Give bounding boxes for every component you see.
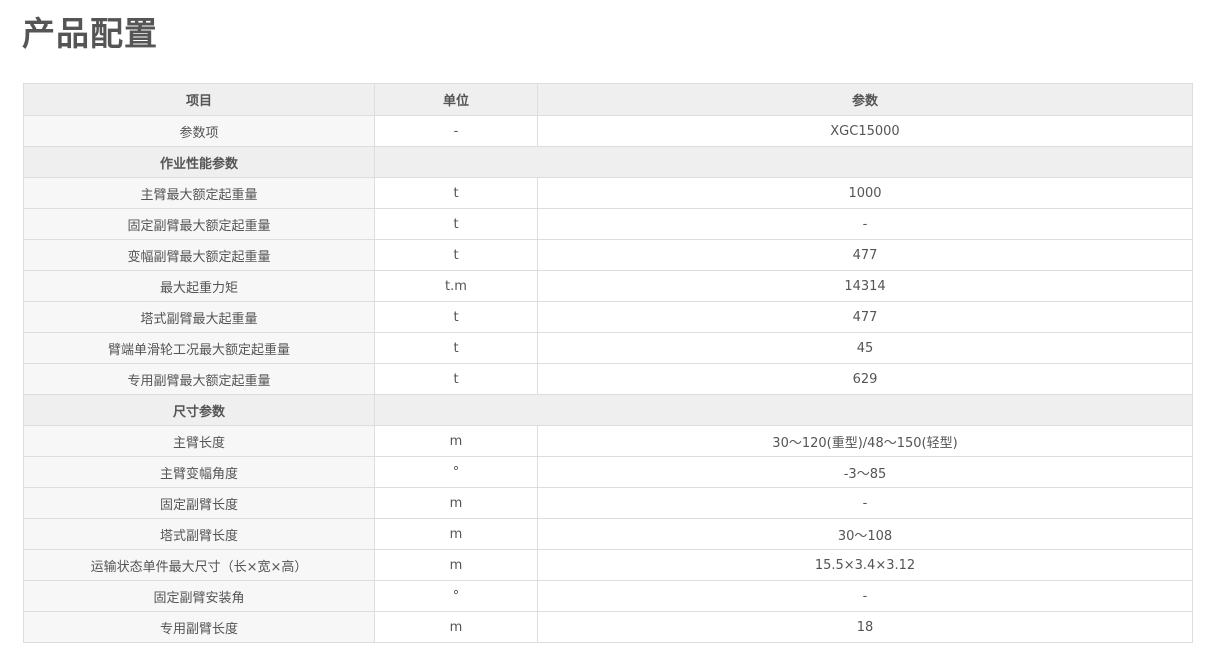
row-value: 18 (537, 611, 1193, 643)
row-value: - (537, 208, 1193, 240)
row-unit: t (374, 177, 538, 209)
row-item: 主臂长度 (23, 425, 375, 457)
row-unit: t (374, 363, 538, 395)
table-row: 塔式副臂最大起重量 t 477 (23, 301, 1193, 333)
table-row: 固定副臂最大额定起重量 t - (23, 208, 1193, 240)
header-value: 参数 (537, 83, 1193, 116)
row-unit: m (374, 518, 538, 550)
header-unit: 单位 (374, 83, 538, 116)
table-row: 主臂最大额定起重量 t 1000 (23, 177, 1193, 209)
row-unit: t (374, 239, 538, 271)
row-item: 塔式副臂长度 (23, 518, 375, 550)
row-value: 629 (537, 363, 1193, 395)
page-title: 产品配置 (22, 14, 158, 53)
row-item: 固定副臂安装角 (23, 580, 375, 612)
table-body: 参数项 - XGC15000 作业性能参数 主臂最大额定起重量 t 1000 固定副臂最大额定… (23, 115, 1193, 643)
row-value: 30～120(重型)/48～150(轻型) (537, 425, 1193, 457)
row-value: - (537, 580, 1193, 612)
row-unit: ° (374, 580, 538, 612)
row-item: 变幅副臂最大额定起重量 (23, 239, 375, 271)
table-row: 专用副臂最大额定起重量 t 629 (23, 363, 1193, 395)
row-unit: ° (374, 456, 538, 488)
row-unit: t (374, 332, 538, 364)
table-section-row: 尺寸参数 (23, 394, 1193, 426)
header-item: 项目 (23, 83, 375, 116)
table-row: 主臂变幅角度 ° -3～85 (23, 456, 1193, 488)
section-label: 尺寸参数 (23, 394, 375, 426)
row-item: 参数项 (23, 115, 375, 147)
row-item: 臂端单滑轮工况最大额定起重量 (23, 332, 375, 364)
table-row: 运输状态单件最大尺寸（长×宽×高） m 15.5×3.4×3.12 (23, 549, 1193, 581)
row-value: XGC15000 (537, 115, 1193, 147)
config-table: 项目 单位 参数 参数项 - XGC15000 作业性能参数 主臂最大额定起重量 t 100… (23, 83, 1193, 643)
row-value: 477 (537, 301, 1193, 333)
row-item: 主臂变幅角度 (23, 456, 375, 488)
table-row: 主臂长度 m 30～120(重型)/48～150(轻型) (23, 425, 1193, 457)
row-unit: t.m (374, 270, 538, 302)
row-unit: m (374, 425, 538, 457)
section-label: 作业性能参数 (23, 146, 375, 178)
row-value: 45 (537, 332, 1193, 364)
row-item: 最大起重力矩 (23, 270, 375, 302)
row-item: 固定副臂长度 (23, 487, 375, 519)
table-row: 最大起重力矩 t.m 14314 (23, 270, 1193, 302)
row-item: 塔式副臂最大起重量 (23, 301, 375, 333)
row-item: 专用副臂最大额定起重量 (23, 363, 375, 395)
table-section-row: 作业性能参数 (23, 146, 1193, 178)
table-row: 塔式副臂长度 m 30～108 (23, 518, 1193, 550)
row-item: 专用副臂长度 (23, 611, 375, 643)
row-unit: m (374, 487, 538, 519)
row-value: -3～85 (537, 456, 1193, 488)
section-blank (374, 394, 1193, 426)
row-value: 14314 (537, 270, 1193, 302)
row-value: 477 (537, 239, 1193, 271)
row-unit: - (374, 115, 538, 147)
row-value: 30～108 (537, 518, 1193, 550)
section-blank (374, 146, 1193, 178)
table-row: 臂端单滑轮工况最大额定起重量 t 45 (23, 332, 1193, 364)
row-value: - (537, 487, 1193, 519)
row-value: 15.5×3.4×3.12 (537, 549, 1193, 581)
row-unit: m (374, 549, 538, 581)
row-item: 运输状态单件最大尺寸（长×宽×高） (23, 549, 375, 581)
table-row: 固定副臂安装角 ° - (23, 580, 1193, 612)
row-unit: m (374, 611, 538, 643)
table-header-row: 项目 单位 参数 (23, 83, 1193, 116)
table-row: 专用副臂长度 m 18 (23, 611, 1193, 643)
row-unit: t (374, 301, 538, 333)
table-row: 固定副臂长度 m - (23, 487, 1193, 519)
row-unit: t (374, 208, 538, 240)
row-item: 固定副臂最大额定起重量 (23, 208, 375, 240)
row-value: 1000 (537, 177, 1193, 209)
table-row: 变幅副臂最大额定起重量 t 477 (23, 239, 1193, 271)
row-item: 主臂最大额定起重量 (23, 177, 375, 209)
table-row: 参数项 - XGC15000 (23, 115, 1193, 147)
